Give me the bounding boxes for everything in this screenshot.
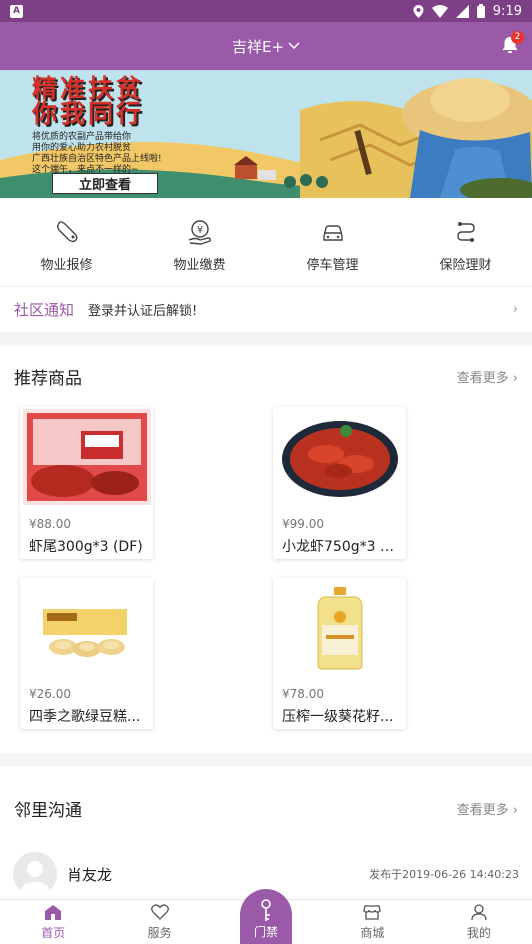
- banner-sub-line: 将优质的农副产品带给你: [32, 132, 132, 142]
- service-label: 物业报修: [40, 258, 93, 273]
- section-title: 邻里沟通: [14, 800, 82, 821]
- product-name: 小龙虾750g*3 (...: [282, 539, 397, 555]
- banner-sub-line: 广西壮族自治区特色产品上线啦!: [32, 154, 162, 164]
- product-card[interactable]: ¥88.00 虾尾300g*3 (DF): [20, 407, 153, 559]
- shop-icon: [363, 905, 382, 920]
- neighbors-section: 邻里沟通 查看更多 › 肖友龙 发布于2019-06-26 14:40:23: [0, 766, 532, 899]
- tab-label: 我的: [466, 926, 491, 940]
- service-parking[interactable]: 停车管理: [266, 198, 399, 286]
- product-card[interactable]: ¥26.00 四季之歌绿豆糕...: [20, 577, 153, 729]
- finance-icon: [456, 222, 475, 242]
- section-header: 推荐商品 查看更多 ›: [0, 345, 532, 407]
- avatar: [13, 852, 57, 896]
- tab-label: 商城: [360, 926, 385, 940]
- service-grid: 物业报修 ¥ 物业缴费 停车管理 保险理财: [0, 198, 532, 286]
- service-label: 物业缴费: [173, 258, 226, 273]
- battery-icon: [476, 4, 485, 18]
- svg-text:¥: ¥: [196, 225, 202, 236]
- payment-icon: ¥: [188, 220, 211, 245]
- notification-badge: 2: [511, 31, 524, 44]
- home-icon: [45, 905, 62, 920]
- banner-subtitle: 将优质的农副产品带给你 用你的爱心助力农村脱贫 广西壮族自治区特色产品上线啦! …: [32, 132, 162, 176]
- key-icon: [261, 899, 271, 921]
- notice-text: 登录并认证后解锁!: [88, 304, 198, 319]
- product-grid: ¥88.00 虾尾300g*3 (DF) ¥99.00 小龙虾750g*3 (.…: [0, 407, 532, 729]
- product-image: [273, 407, 406, 507]
- chevron-right-icon: ›: [508, 802, 518, 818]
- product-card[interactable]: ¥99.00 小龙虾750g*3 (...: [273, 407, 406, 559]
- product-price: ¥78.00: [282, 687, 324, 701]
- banner-headline: 精准扶贫 你我同行: [32, 76, 144, 126]
- sunflower-oil-image: [275, 579, 404, 675]
- service-label: 停车管理: [306, 258, 359, 273]
- view-more-link[interactable]: 查看更多 ›: [457, 799, 518, 818]
- wifi-icon: [431, 4, 448, 18]
- post-time: 发布于2019-06-26 14:40:23: [369, 868, 519, 881]
- status-right: 9:19: [413, 4, 522, 19]
- location-icon: [413, 4, 424, 18]
- product-name: 压榨一级葵花籽...: [282, 709, 394, 725]
- promo-banner[interactable]: 精准扶贫 你我同行 将优质的农副产品带给你 用你的爱心助力农村脱贫 广西壮族自治…: [0, 70, 532, 198]
- chevron-down-icon: [288, 42, 300, 50]
- status-bar: A 9:19: [0, 0, 532, 22]
- banner-headline-line-2: 你我同行: [32, 99, 145, 128]
- mung-bean-cake-image: [22, 579, 151, 675]
- tab-service[interactable]: 服务: [106, 900, 212, 944]
- view-more-link[interactable]: 查看更多 ›: [457, 367, 518, 386]
- product-image: [20, 577, 153, 677]
- user-icon: [471, 904, 487, 921]
- chevron-right-icon: ›: [508, 370, 518, 386]
- product-image: [20, 407, 153, 507]
- heart-icon: [150, 904, 169, 920]
- notice-tag: 社区通知: [14, 301, 75, 319]
- tab-door-access[interactable]: 门禁: [240, 889, 292, 944]
- service-label: 保险理财: [439, 258, 492, 273]
- product-name: 四季之歌绿豆糕...: [29, 709, 141, 725]
- community-selector[interactable]: 吉祥E+: [232, 36, 300, 57]
- community-notice[interactable]: 社区通知 登录并认证后解锁! ›: [0, 286, 532, 332]
- section-title: 推荐商品: [14, 368, 82, 389]
- service-property-repair[interactable]: 物业报修: [0, 198, 133, 286]
- community-name: 吉祥E+: [231, 37, 285, 56]
- tab-mine[interactable]: 我的: [426, 900, 532, 944]
- status-left: A: [10, 4, 23, 18]
- post-author: 肖友龙: [67, 865, 113, 884]
- chevron-right-icon: ›: [512, 302, 518, 317]
- app-header: 吉祥E+ 2: [0, 22, 532, 70]
- tab-label: 首页: [41, 926, 66, 940]
- wrench-icon: [56, 221, 77, 243]
- tab-mall[interactable]: 商城: [319, 900, 425, 944]
- tab-label: 门禁: [253, 925, 278, 939]
- product-card[interactable]: ¥78.00 压榨一级葵花籽...: [273, 577, 406, 729]
- recommended-section: 推荐商品 查看更多 › ¥88.00 虾尾300g*3 (DF) ¥99.00 …: [0, 345, 532, 753]
- banner-headline-line-1: 精准扶贫: [32, 74, 145, 103]
- crayfish-plate-image: [275, 409, 404, 505]
- view-more-label: 查看更多: [456, 802, 509, 818]
- product-price: ¥88.00: [29, 517, 71, 531]
- service-insurance-finance[interactable]: 保险理财: [399, 198, 532, 286]
- section-header: 邻里沟通 查看更多 ›: [0, 766, 532, 850]
- product-price: ¥99.00: [282, 517, 324, 531]
- banner-view-button[interactable]: 立即查看: [52, 173, 158, 194]
- banner-sub-line: 用你的爱心助力农村脱贫: [32, 143, 132, 153]
- notification-button[interactable]: 2: [500, 31, 524, 55]
- clock: 9:19: [492, 3, 522, 19]
- tab-home[interactable]: 首页: [0, 900, 106, 944]
- view-more-label: 查看更多: [456, 370, 509, 386]
- user-avatar-icon: [20, 861, 50, 896]
- crayfish-tail-giftbox-image: [22, 409, 151, 505]
- signal-icon: [455, 4, 469, 18]
- product-name: 虾尾300g*3 (DF): [29, 539, 143, 555]
- tab-label: 服务: [147, 926, 172, 940]
- service-property-payment[interactable]: ¥ 物业缴费: [133, 198, 266, 286]
- product-image: [273, 577, 406, 677]
- app-notification-icon: A: [10, 4, 23, 18]
- product-price: ¥26.00: [29, 687, 71, 701]
- car-icon: [322, 225, 343, 241]
